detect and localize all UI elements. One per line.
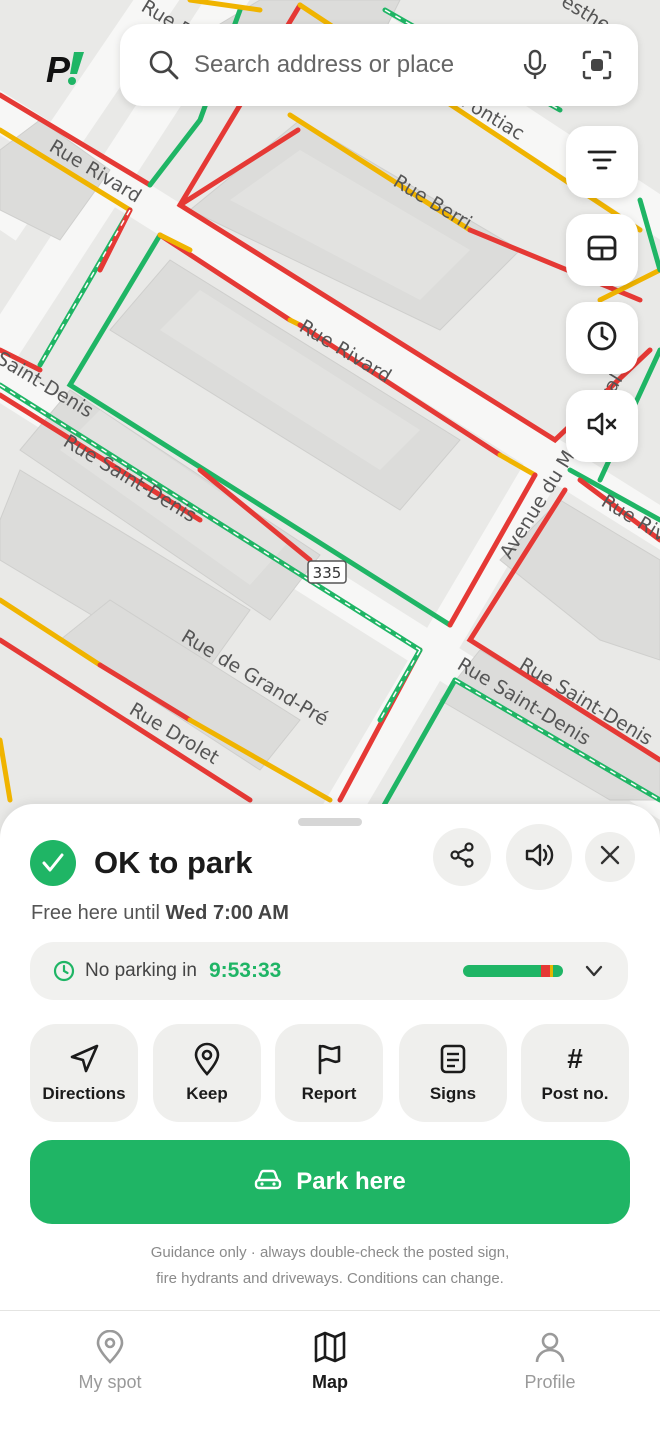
- layers-button[interactable]: [566, 214, 638, 286]
- tab-my-spot-label: My spot: [78, 1371, 142, 1392]
- timer-clock-icon: [53, 960, 75, 982]
- layers-icon: [587, 235, 617, 266]
- flag-icon: [312, 1042, 346, 1076]
- microphone-icon[interactable]: [514, 44, 556, 86]
- mute-button[interactable]: [566, 390, 638, 462]
- action-buttons: Directions Keep Report Signs # Post no.: [30, 1024, 630, 1124]
- mute-icon: [586, 411, 618, 442]
- bottom-tab-bar: My spot Map Profile: [0, 1310, 660, 1429]
- status-title: OK to park: [94, 845, 253, 880]
- signs-button[interactable]: Signs: [399, 1024, 507, 1122]
- route-badge: 335: [307, 560, 347, 584]
- free-until-label: Free here until: [31, 902, 160, 924]
- pin-icon: [190, 1042, 224, 1076]
- hash-icon: #: [567, 1043, 583, 1074]
- tab-profile-label: Profile: [524, 1371, 576, 1392]
- search-icon: [146, 47, 182, 83]
- post-number-button[interactable]: # Post no.: [521, 1024, 629, 1122]
- time-button[interactable]: [566, 302, 638, 374]
- speaker-icon: [524, 842, 554, 873]
- share-button[interactable]: [433, 828, 491, 886]
- filter-icon: [587, 149, 617, 176]
- app-logo: P: [44, 48, 92, 90]
- location-pin-icon: [93, 1329, 127, 1364]
- sheet-drag-handle[interactable]: [298, 818, 362, 826]
- user-icon: [533, 1330, 567, 1364]
- chevron-down-icon[interactable]: [582, 959, 606, 983]
- timer-progress-bar: [463, 965, 563, 977]
- checkmark-icon: [30, 840, 76, 886]
- route-badge-label: 335: [313, 564, 342, 582]
- street-map[interactable]: Rue Rivard Rue Berri Rue Rivard Pontiac …: [0, 0, 660, 830]
- tab-my-spot[interactable]: My spot: [0, 1311, 220, 1411]
- tab-map[interactable]: Map: [220, 1311, 440, 1411]
- post-number-label: Post no.: [541, 1084, 609, 1103]
- filter-button[interactable]: [566, 126, 638, 198]
- document-icon: [436, 1042, 470, 1076]
- disclaimer-line: Guidance only · always double-check the …: [150, 1244, 510, 1261]
- sound-button[interactable]: [506, 824, 572, 890]
- progress-restricted-segment: [541, 965, 550, 977]
- tab-profile[interactable]: Profile: [440, 1311, 660, 1411]
- close-button[interactable]: [585, 832, 635, 882]
- parking-status: OK to park: [30, 840, 252, 886]
- signs-label: Signs: [429, 1084, 477, 1103]
- park-here-button[interactable]: Park here: [30, 1140, 630, 1224]
- directions-button[interactable]: Directions: [30, 1024, 138, 1122]
- report-button[interactable]: Report: [275, 1024, 383, 1122]
- free-until-text: Free here until Wed 7:00 AM: [31, 902, 289, 925]
- navigation-arrow-icon: [67, 1042, 101, 1076]
- keep-label: Keep: [186, 1084, 228, 1103]
- scan-icon[interactable]: [576, 44, 618, 86]
- spot-details-sheet: OK to park Free here until Wed 7:00 AM N…: [0, 804, 660, 1310]
- search-bar[interactable]: Search address or place: [120, 24, 638, 106]
- share-icon: [449, 841, 475, 873]
- disclaimer-text: Guidance only · always double-check the …: [60, 1240, 600, 1292]
- disclaimer-line: fire hydrants and driveways. Conditions …: [156, 1270, 504, 1287]
- keep-button[interactable]: Keep: [153, 1024, 261, 1122]
- timer-label: No parking in: [85, 960, 197, 981]
- search-input[interactable]: Search address or place: [194, 51, 514, 79]
- report-label: Report: [301, 1084, 357, 1103]
- no-parking-timer[interactable]: No parking in 9:53:33: [30, 942, 628, 1000]
- car-icon: [254, 1168, 282, 1196]
- directions-label: Directions: [42, 1084, 126, 1103]
- tab-map-label: Map: [312, 1371, 348, 1392]
- map-icon: [313, 1330, 347, 1364]
- free-until-time: Wed 7:00 AM: [165, 902, 289, 924]
- timer-value: 9:53:33: [208, 959, 282, 982]
- clock-icon: [586, 320, 618, 357]
- app-logo-text: P: [46, 49, 71, 88]
- park-here-label: Park here: [296, 1168, 406, 1195]
- close-icon: [600, 845, 620, 870]
- progress-marker: [550, 965, 553, 977]
